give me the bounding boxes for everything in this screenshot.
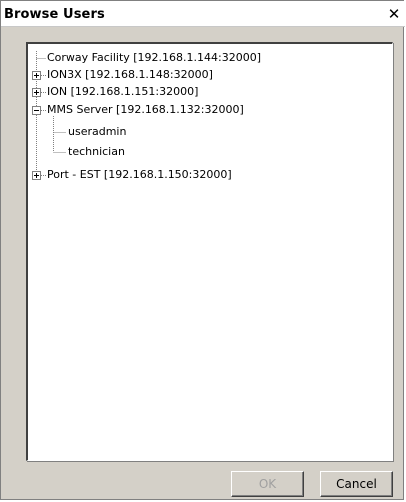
browse-users-dialog: Browse Users ✕ Corway Facility [192.168.… — [0, 0, 405, 500]
expand-plus-icon[interactable] — [32, 88, 41, 97]
user-tree[interactable]: Corway Facility [192.168.1.144:32000] IO… — [26, 42, 393, 461]
cancel-button[interactable]: Cancel — [320, 471, 393, 497]
ok-button[interactable]: OK — [231, 471, 304, 497]
dialog-button-bar: OK Cancel — [1, 471, 405, 499]
tree-node-ion3x[interactable]: ION3X [192.168.1.148:32000] — [47, 67, 213, 83]
tree-node-useradmin[interactable]: useradmin — [68, 124, 126, 140]
expand-plus-icon[interactable] — [32, 71, 41, 80]
tree-node-label: ION3X [192.168.1.148:32000] — [47, 68, 213, 81]
dialog-title: Browse Users — [4, 7, 105, 22]
tree-node-corway-facility[interactable]: Corway Facility [192.168.1.144:32000] — [47, 50, 261, 66]
tree-node-port-est[interactable]: Port - EST [192.168.1.150:32000] — [47, 167, 232, 183]
tree-node-ion[interactable]: ION [192.168.1.151:32000] — [47, 84, 198, 100]
collapse-minus-icon[interactable] — [32, 106, 41, 115]
tree-node-label: ION [192.168.1.151:32000] — [47, 85, 199, 98]
tree-node-technician[interactable]: technician — [68, 144, 125, 160]
tree-node-label: technician — [68, 145, 125, 158]
tree-node-label: useradmin — [68, 125, 127, 138]
tree-node-label: Corway Facility [192.168.1.144:32000] — [47, 51, 262, 64]
tree-node-mms-server[interactable]: MMS Server [192.168.1.132:32000] — [47, 102, 244, 118]
close-icon: ✕ — [387, 5, 401, 23]
title-bar[interactable]: Browse Users ✕ — [1, 1, 405, 27]
close-button[interactable]: ✕ — [386, 6, 402, 22]
tree-node-label: MMS Server [192.168.1.132:32000] — [47, 103, 244, 116]
tree-node-label: Port - EST [192.168.1.150:32000] — [47, 168, 232, 181]
expand-plus-icon[interactable] — [32, 171, 41, 180]
